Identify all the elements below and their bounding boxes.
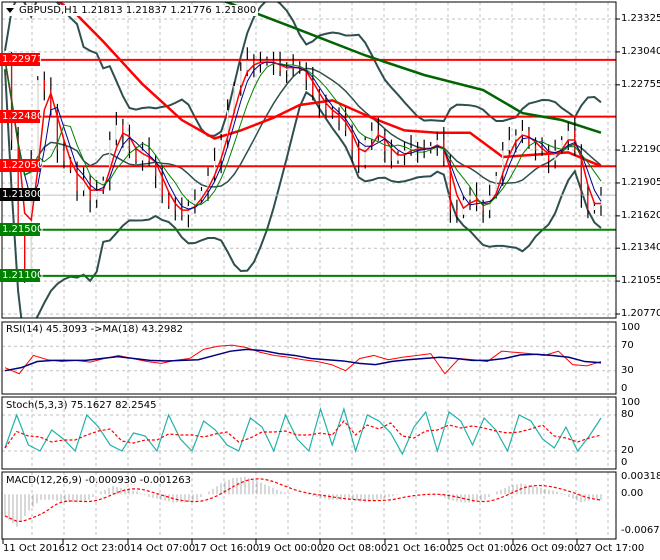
indicator-tick-label: 70 xyxy=(621,340,634,352)
time-tick-label: 27 Oct 17:00 xyxy=(579,543,645,554)
low-price: 1.21776 xyxy=(170,5,212,16)
close-price: 1.21800 xyxy=(214,5,257,16)
symbol-label: GBPUSD,H1 xyxy=(19,5,79,16)
indicator-tick-label: 80 xyxy=(621,409,634,420)
price-tick-label: 1.21340 xyxy=(621,242,660,254)
price-tick-label: 1.20770 xyxy=(621,308,660,319)
indicator-tick-label: 30 xyxy=(621,364,634,376)
rsi-title: RSI(14) 45.3093 ->MA(18) 43.2982 xyxy=(6,324,183,335)
indicator-tick-label: 100 xyxy=(621,322,641,333)
price-tick-label: 1.23325 xyxy=(621,13,660,24)
level-price-tag: 1.22971 xyxy=(0,52,44,66)
time-tick-label: 12 Oct 23:00 xyxy=(65,543,131,554)
indicator-tick-label: 20 xyxy=(621,445,634,456)
price-tick-label: 1.22190 xyxy=(621,144,660,156)
indicator-tick-label: 100 xyxy=(621,397,641,408)
macd-tick-label: 0.00 xyxy=(621,488,644,500)
indicator-tick-label: 0 xyxy=(621,383,628,394)
open-price: 1.21813 xyxy=(81,5,123,16)
level-price-tag: 1.22050 xyxy=(0,159,44,173)
macd-tick-label: 0.003185 xyxy=(621,471,660,482)
time-tick-label: 14 Oct 07:00 xyxy=(130,543,196,554)
time-tick-label: 20 Oct 08:00 xyxy=(322,543,388,554)
level-price-tag: 1.21100 xyxy=(0,268,44,282)
chart-header: GBPUSD,H1 1.21813 1.21837 1.21776 1.2180… xyxy=(6,5,259,16)
time-tick-label: 26 Oct 09:00 xyxy=(515,543,581,554)
time-tick-label: 17 Oct 16:00 xyxy=(194,543,260,554)
macd-tick-label: -0.006773 xyxy=(621,525,660,536)
price-tick-label: 1.21055 xyxy=(621,275,660,287)
level-price-tag: 1.21500 xyxy=(0,222,44,236)
macd-title: MACD(12,26,9) -0.000930 -0.001263 xyxy=(6,475,191,486)
panel-frame xyxy=(1,1,617,319)
high-price: 1.21837 xyxy=(125,5,168,16)
dropdown-triangle-icon[interactable] xyxy=(6,7,14,13)
time-tick-label: 11 Oct 2016 xyxy=(3,543,65,554)
price-tick-label: 1.21905 xyxy=(621,176,660,188)
price-tick-label: 1.21620 xyxy=(621,209,660,221)
time-tick-label: 25 Oct 01:00 xyxy=(451,543,517,554)
stoch-title: Stoch(5,3,3) 75.1627 82.2545 xyxy=(6,400,157,411)
time-tick-label: 19 Oct 00:00 xyxy=(258,543,324,554)
price-tick-label: 1.23040 xyxy=(621,45,660,57)
indicator-tick-label: 0 xyxy=(621,457,628,468)
time-tick-label: 21 Oct 16:00 xyxy=(387,543,453,554)
current-price-tag: 1.21800 xyxy=(0,188,44,202)
level-price-tag: 1.22480 xyxy=(0,109,44,123)
price-tick-label: 1.22755 xyxy=(621,78,660,90)
